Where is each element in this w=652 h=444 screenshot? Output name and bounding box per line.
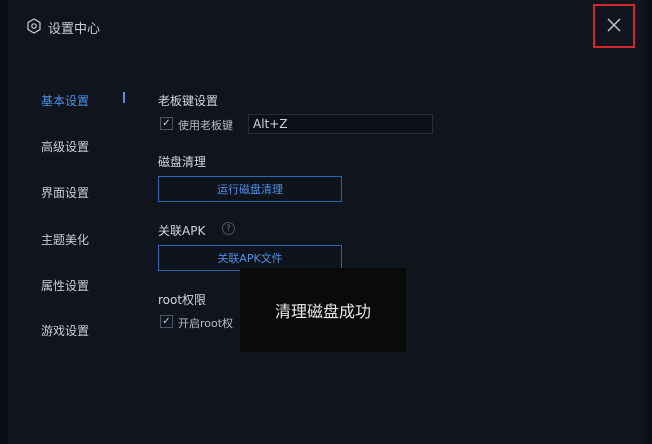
boss-key-input[interactable]: Alt+Z: [248, 114, 433, 134]
checkmark-icon: ✓: [162, 117, 171, 129]
disk-clean-title: 磁盘清理: [158, 155, 207, 169]
titlebar: 设置中心: [8, 0, 644, 54]
window-title: 设置中心: [48, 22, 101, 37]
toast-message: 清理磁盘成功: [240, 268, 406, 352]
boss-key-checkbox[interactable]: ✓: [160, 117, 173, 130]
active-indicator: [123, 92, 125, 103]
sidebar-item-basic[interactable]: 基本设置: [41, 92, 89, 109]
boss-key-title: 老板键设置: [158, 94, 219, 108]
sidebar-item-advanced[interactable]: 高级设置: [41, 138, 89, 155]
root-title: root权限: [158, 293, 207, 307]
sidebar-item-games[interactable]: 游戏设置: [41, 322, 89, 339]
gear-icon: [26, 18, 42, 34]
question-icon[interactable]: ?: [222, 222, 235, 235]
sidebar-item-properties[interactable]: 属性设置: [41, 277, 89, 294]
close-button[interactable]: [593, 4, 635, 48]
apk-title: 关联APK: [158, 224, 206, 238]
sidebar-item-theme[interactable]: 主题美化: [41, 231, 89, 248]
settings-window: 设置中心 基本设置 高级设置 界面设置 主题美化 属性设置 游戏设置 老板键设置…: [8, 0, 644, 444]
close-icon: [607, 17, 621, 36]
boss-key-checkbox-label: 使用老板键: [178, 119, 233, 132]
checkmark-icon: ✓: [162, 315, 171, 327]
run-disk-clean-button[interactable]: 运行磁盘清理: [158, 176, 342, 202]
sidebar-item-interface[interactable]: 界面设置: [41, 184, 89, 201]
root-checkbox[interactable]: ✓: [160, 315, 173, 328]
root-checkbox-label: 开启root权: [178, 317, 234, 330]
